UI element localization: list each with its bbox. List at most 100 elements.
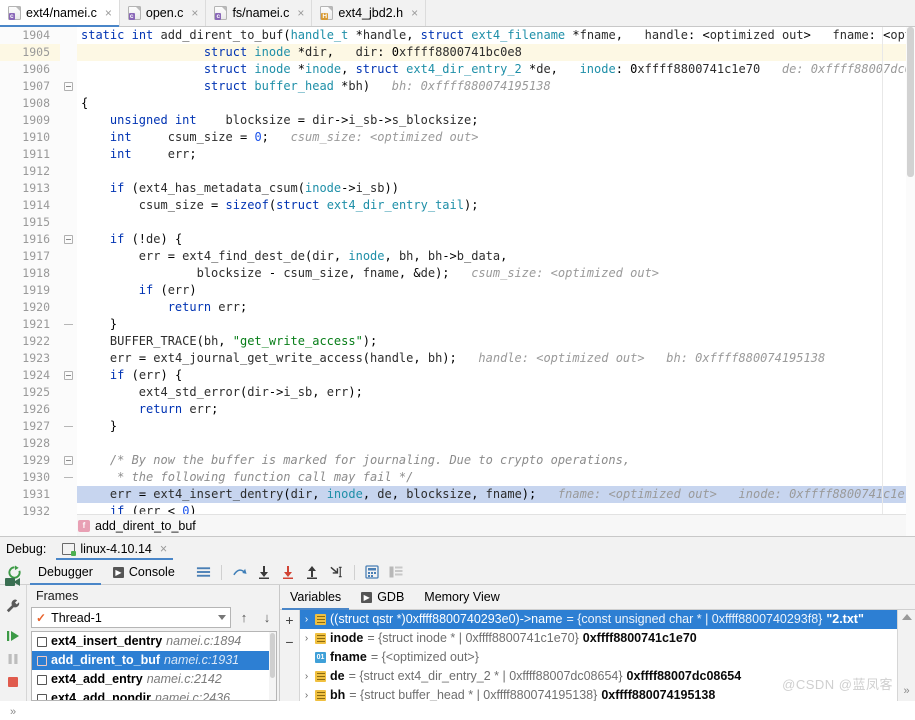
step-into-button[interactable] [276, 565, 300, 579]
line-number[interactable]: 1930 [0, 469, 60, 486]
chevron-right-icon[interactable]: › [302, 686, 311, 701]
line-number[interactable]: 1927 [0, 418, 60, 435]
chevrons-icon[interactable]: » [5, 704, 21, 720]
line-number[interactable]: 1922 [0, 333, 60, 350]
code-line[interactable]: int csum_size = 0; csum_size: <optimized… [77, 129, 915, 146]
code-editor[interactable]: 1904 1905 1906 1907 1908 1909 1910 1911 1912 1913… [0, 27, 915, 536]
code-line[interactable]: if (err) { [77, 367, 915, 384]
editor-tab-open-c[interactable]: c open.c × [119, 0, 207, 26]
line-number[interactable]: 1931 [0, 486, 60, 503]
code-folding-column[interactable] [60, 27, 77, 536]
scroll-up-icon[interactable] [901, 614, 912, 620]
fold-toggle-icon[interactable] [64, 422, 73, 431]
debug-session-tab[interactable]: linux-4.10.14 × [56, 537, 174, 560]
variable-row[interactable]: › bh = {struct buffer_head * | 0xffff8800… [300, 686, 915, 701]
evaluate-expression-button[interactable] [360, 565, 384, 579]
code-line[interactable]: BUFFER_TRACE(bh, "get_write_access"); [77, 333, 915, 350]
line-number[interactable]: 1924 [0, 367, 60, 384]
chevron-right-icon[interactable]: › [302, 667, 311, 686]
frames-scrollbar[interactable] [269, 632, 276, 700]
line-number[interactable]: 1913 [0, 180, 60, 197]
line-number[interactable]: 1921 [0, 316, 60, 333]
code-line[interactable] [77, 435, 915, 452]
line-number[interactable]: 1919 [0, 282, 60, 299]
variable-row[interactable]: › ((struct qstr *)0xffff8800740293e0)->na… [300, 610, 915, 629]
line-number[interactable]: 1904 [0, 27, 60, 44]
stop-icon[interactable] [5, 674, 21, 690]
code-line[interactable]: csum_size = sizeof(struct ext4_dir_entry… [77, 197, 915, 214]
line-number[interactable]: 1910 [0, 129, 60, 146]
step-out-button[interactable] [227, 565, 252, 579]
code-line[interactable]: struct inode *dir, dir: 0xffff8800741bc0… [77, 44, 915, 61]
fold-toggle-icon[interactable] [64, 320, 73, 329]
fold-toggle-icon[interactable] [64, 235, 73, 244]
code-line[interactable]: return err; [77, 299, 915, 316]
code-line[interactable]: int err; [77, 146, 915, 163]
line-number[interactable]: 1932 [0, 503, 60, 520]
code-line[interactable]: if (ext4_has_metadata_csum(inode->i_sb)) [77, 180, 915, 197]
line-number[interactable]: 1915 [0, 214, 60, 231]
line-number[interactable]: 1923 [0, 350, 60, 367]
force-step-into-button[interactable] [300, 565, 324, 579]
run-to-cursor-button[interactable] [324, 565, 349, 579]
code-line[interactable]: err = ext4_insert_dentry(dir, inode, de,… [77, 486, 915, 503]
tab-variables[interactable]: Variables [280, 585, 351, 610]
code-line[interactable]: { [77, 95, 915, 112]
code-line[interactable]: err = ext4_find_dest_de(dir, inode, bh, … [77, 248, 915, 265]
chevrons-icon[interactable]: » [903, 685, 909, 697]
code-content[interactable]: static int add_dirent_to_buf(handle_t *h… [77, 27, 915, 536]
fold-toggle-icon[interactable] [64, 82, 73, 91]
code-line[interactable] [77, 163, 915, 180]
frame-list-item[interactable]: add_dirent_to_buf namei.c:1931 [32, 651, 276, 670]
line-number[interactable]: 1920 [0, 299, 60, 316]
frame-up-button[interactable]: ↑ [234, 610, 254, 625]
close-icon[interactable]: × [105, 7, 112, 19]
code-line[interactable]: struct buffer_head *bh) bh: 0xffff880074… [77, 78, 915, 95]
line-number[interactable]: 1911 [0, 146, 60, 163]
editor-tab-ext4-namei-c[interactable]: c ext4/namei.c × [0, 0, 120, 27]
fold-toggle-icon[interactable] [64, 371, 73, 380]
frame-list-item[interactable]: ext4_add_nondir namei.c:2436 [32, 689, 276, 700]
frames-scrollbar-thumb[interactable] [270, 633, 275, 678]
code-line[interactable]: static int add_dirent_to_buf(handle_t *h… [77, 27, 915, 44]
code-line[interactable]: } [77, 418, 915, 435]
frame-list[interactable]: ext4_insert_dentry namei.c:1894 add_dirent… [31, 631, 277, 701]
line-number[interactable]: 1909 [0, 112, 60, 129]
editor-tab-ext4-jbd2-h[interactable]: Hext4_jbd2.h × [312, 0, 427, 26]
remove-watch-button[interactable]: − [285, 634, 293, 650]
thread-select[interactable]: ✓ Thread-1 [31, 607, 231, 628]
line-number[interactable]: 1925 [0, 384, 60, 401]
line-number[interactable]: 1916 [0, 231, 60, 248]
fold-toggle-icon[interactable] [64, 473, 73, 482]
line-number[interactable]: 1912 [0, 163, 60, 180]
tab-memory-view[interactable]: Memory View [414, 585, 509, 610]
wrench-icon[interactable] [5, 598, 21, 614]
line-number[interactable]: 1928 [0, 435, 60, 452]
tab-console[interactable]: ▶ Console [103, 560, 185, 585]
frame-down-button[interactable]: ↓ [257, 610, 277, 625]
frame-list-item[interactable]: ext4_add_entry namei.c:2142 [32, 670, 276, 689]
code-line[interactable]: unsigned int blocksize = dir->i_sb->s_bl… [77, 112, 915, 129]
step-over-button[interactable] [252, 565, 276, 579]
line-number[interactable]: 1906 [0, 61, 60, 78]
variable-row[interactable]: 01 fname = {<optimized out>} [300, 648, 915, 672]
code-line[interactable]: /* By now the buffer is marked for journ… [77, 452, 915, 469]
chevron-right-icon[interactable]: › [302, 610, 311, 629]
code-line[interactable]: if (!de) { [77, 231, 915, 248]
chevron-down-icon[interactable] [218, 615, 226, 620]
line-number[interactable]: 1926 [0, 401, 60, 418]
add-watch-button[interactable]: + [285, 612, 293, 628]
resume-icon[interactable] [5, 628, 21, 644]
code-line[interactable] [77, 214, 915, 231]
line-number[interactable]: 1914 [0, 197, 60, 214]
pause-icon[interactable] [5, 651, 21, 667]
close-icon[interactable]: × [297, 7, 304, 19]
close-icon[interactable]: × [411, 7, 418, 19]
layout-button[interactable] [384, 566, 408, 578]
line-number[interactable]: 1917 [0, 248, 60, 265]
variable-row[interactable]: › inode = {struct inode * | 0xffff8800741… [300, 629, 915, 648]
breadcrumb[interactable]: f add_dirent_to_buf [0, 514, 915, 536]
show-options-menu-button[interactable] [191, 566, 216, 578]
camera-icon[interactable] [5, 575, 21, 591]
code-line[interactable]: if (err) [77, 282, 915, 299]
